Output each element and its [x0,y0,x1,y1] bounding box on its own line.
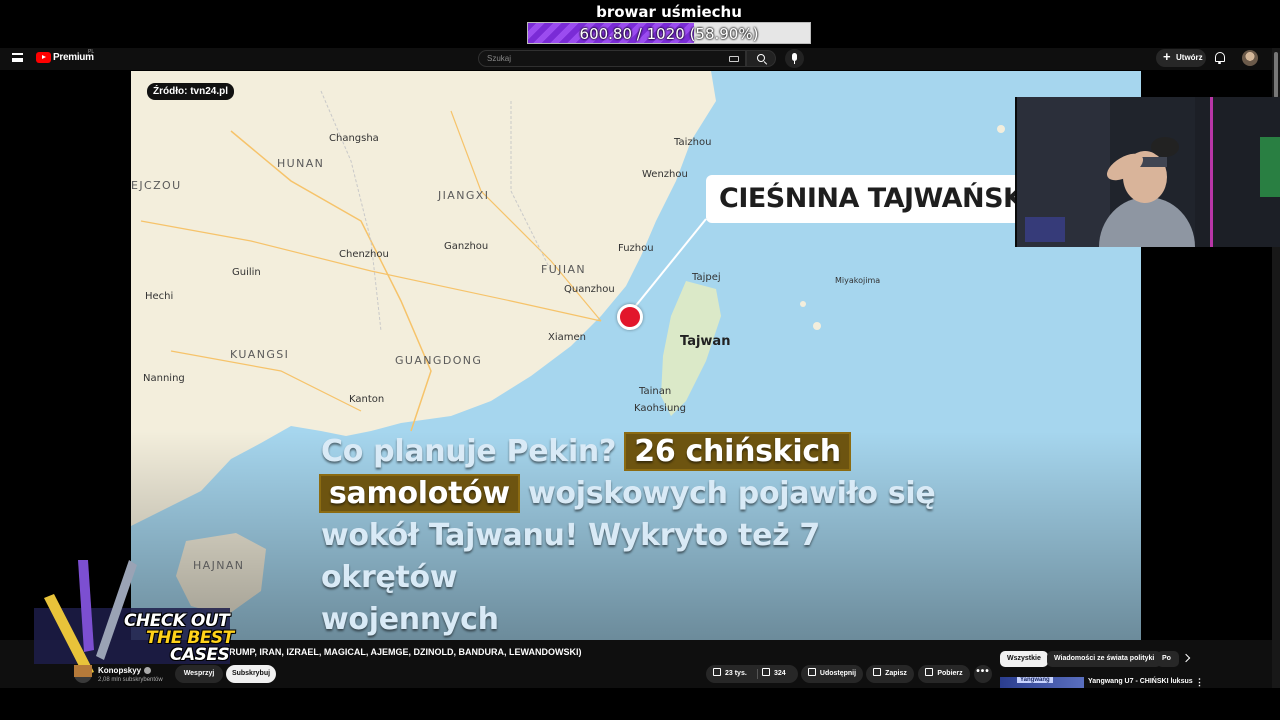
location-marker-icon [617,304,643,330]
stream-goal-bar: 600.80 / 1020 (58.90%) [527,22,811,44]
source-badge: Źródło: tvn24.pl [147,83,234,100]
video-title: RUMP, IRAN, IZRAEL, MAGICAL, AJEMGE, DZI… [229,647,582,657]
caption-line1-prefix: Co planuje Pekin? [321,434,617,469]
map-label-changsha: Changsha [329,133,379,144]
scrollbar-thumb[interactable] [1274,52,1278,98]
map-label-hechi: Hechi [145,291,174,302]
menu-icon[interactable] [12,53,23,62]
map-label-fujian: FUJIAN [541,263,587,276]
create-button[interactable]: Utwórz [1156,48,1206,67]
search-button[interactable] [746,50,776,67]
screen: browar uśmiechu 600.80 / 1020 (58.90%) P… [0,0,1280,720]
map-label-ganzhou: Ganzhou [444,241,489,252]
map-label-miyakojima: Miyakojima [835,276,881,285]
keyboard-icon[interactable] [729,56,739,62]
map-label-wenzhou: Wenzhou [642,169,688,180]
stream-goal-title: browar uśmiechu [596,3,742,21]
caption-line4: wojennych [321,602,499,637]
map-label-taizhou: Taizhou [674,137,712,148]
map-label-ejczou: EJCZOU [131,179,182,192]
share-label: Udostępnij [819,670,857,677]
caption-highlight-2: samolotów [321,476,518,511]
like-button[interactable]: 23 tys. [713,665,747,683]
like-count: 23 tys. [725,670,747,677]
recommended-video-title[interactable]: Yangwang U7 - CHIŃSKI luksus [1088,678,1193,685]
chip-world-politics[interactable]: Wiadomości ze świata polityki [1047,651,1162,667]
recommended-video-menu-icon[interactable]: ⋮ [1195,677,1204,688]
search-input[interactable]: Szukaj [478,50,746,67]
thumbs-down-icon [762,668,770,676]
map-label-taiwan: Tajwan [680,334,731,349]
map-label-guangdong: GUANGDONG [395,354,483,367]
youtube-header: Premium PL Szukaj Utwórz [0,48,1280,70]
search-placeholder: Szukaj [487,54,512,63]
save-label: Zapisz [885,670,907,677]
map-label-tajpej: Tajpej [692,272,721,283]
thumbs-up-icon [713,668,721,676]
region-code: PL [88,49,95,55]
caption-line3: wokół Tajwanu! Wykryto też 7 okrętów [321,518,820,595]
youtube-logo-icon[interactable] [36,52,51,63]
caption-line2-rest: wojskowych pojawiło się [528,476,936,511]
map-label-guilin: Guilin [232,267,261,278]
save-button[interactable]: Zapisz [866,665,914,683]
mic-icon[interactable] [785,49,804,68]
map-label-nanning: Nanning [143,373,185,384]
map-label-xiamen: Xiamen [548,332,586,343]
bookmark-icon [873,668,882,676]
webcam-overlay [1015,97,1280,247]
avatar[interactable] [1242,50,1258,66]
like-dislike-group: 23 tys. 324 [706,665,798,683]
bell-icon[interactable] [1215,52,1225,64]
chip-all[interactable]: Wszystkie [1000,651,1048,667]
share-button[interactable]: Udostępnij [801,665,863,683]
dislike-button[interactable]: 324 [762,665,786,683]
caption-highlight-1: 26 chińskich [626,434,849,469]
promo-line-3: CASES [170,645,230,665]
map-label-tainan: Tainan [639,386,672,397]
download-button[interactable]: Pobierz [918,665,970,683]
thumbnail-text: Yangwang [1017,677,1053,683]
map-label-fuzhou: Fuzhou [618,243,654,254]
download-icon [925,668,934,676]
download-label: Pobierz [937,670,963,677]
video-caption: Co planuje Pekin? 26 chińskich samolotów… [321,431,961,640]
map-label-chenzhou: Chenzhou [339,249,389,260]
like-divider [757,669,758,679]
map-label-kuangsi: KUANGSI [230,348,290,361]
share-icon [807,668,816,676]
map-label-kanton: Kanton [349,394,385,405]
stream-goal-progress: 600.80 / 1020 (58.90%) [579,25,759,43]
map-label-jiangxi: JIANGXI [438,189,490,202]
recommended-video-thumbnail[interactable]: Yangwang [1000,677,1084,688]
map-label-kaohsiung: Kaohsiung [634,403,686,414]
webcam-image [1015,97,1280,247]
search-icon [757,54,765,62]
promo-overlay: CHECK OUT THE BEST CASES [34,560,234,684]
video-player[interactable]: Changsha HUNAN EJCZOU JIANGXI Taizhou We… [131,71,1141,640]
dislike-count: 324 [774,670,786,677]
map-label-hunan: HUNAN [277,157,325,170]
map-label-quanzhou: Quanzhou [564,284,615,295]
more-actions-icon[interactable]: ••• [974,665,992,683]
chip-truncated[interactable]: Po [1157,651,1179,667]
